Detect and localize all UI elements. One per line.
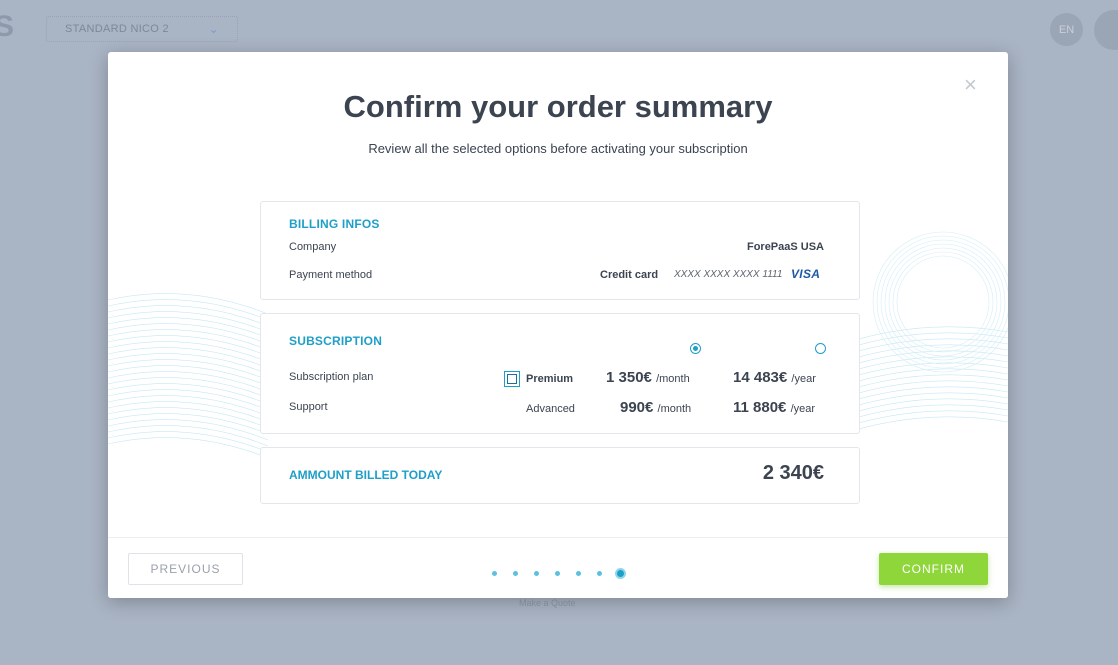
plan-checkbox-icon[interactable]: [504, 371, 520, 387]
company-label: Company: [289, 241, 337, 253]
support-yearly-price: 11 880€ /year: [733, 399, 815, 416]
support-label: Support: [289, 401, 328, 413]
modal-footer: PREVIOUS CONFIRM: [108, 537, 1008, 598]
app-logo: S: [0, 10, 15, 43]
payment-method-label: Payment method: [289, 269, 373, 281]
unit-month: /month: [656, 373, 690, 385]
step-dot[interactable]: [597, 571, 602, 576]
chevron-down-icon: ⌄: [208, 22, 219, 36]
previous-button[interactable]: PREVIOUS: [128, 553, 243, 585]
step-dot-active[interactable]: [615, 568, 626, 579]
step-dot[interactable]: [555, 571, 560, 576]
step-dot[interactable]: [534, 571, 539, 576]
unit-month: /month: [657, 403, 692, 415]
yearly-radio[interactable]: [815, 343, 826, 354]
support-name: Advanced: [526, 403, 575, 415]
project-name: STANDARD NICO 2: [65, 23, 169, 35]
step-dot[interactable]: [492, 571, 497, 576]
subscription-card: SUBSCRIPTION Subscription plan Premium 1…: [260, 313, 860, 434]
subscription-title: SUBSCRIPTION: [289, 334, 383, 348]
support-monthly-price: 990€ /month: [620, 399, 691, 416]
unit-year: /year: [791, 373, 816, 385]
billing-card: BILLING INFOS Company ForePaaS USA Payme…: [260, 201, 860, 300]
billing-title: BILLING INFOS: [289, 217, 380, 231]
background-footer-text: Make a Quote: [519, 598, 576, 608]
modal-title: Confirm your order summary: [343, 89, 773, 124]
unit-year: /year: [790, 403, 816, 415]
total-value: 2 340€: [762, 462, 824, 484]
visa-icon: VISA: [791, 267, 821, 281]
total-card: AMMOUNT BILLED TODAY 2 340€: [260, 447, 860, 504]
plan-yearly-price: 14 483€ /year: [733, 369, 816, 386]
payment-type: Credit card: [600, 269, 659, 281]
order-summary-modal: × Confirm your order summary Review all …: [108, 52, 1008, 598]
plan-monthly-value: 1 350€: [606, 369, 652, 386]
project-selector[interactable]: STANDARD NICO 2 ⌄: [46, 16, 238, 42]
subscription-plan-label: Subscription plan: [289, 371, 374, 383]
card-number: XXXX XXXX XXXX 1111: [674, 269, 783, 280]
support-yearly-value: 11 880€: [733, 399, 787, 416]
total-label: AMMOUNT BILLED TODAY: [289, 468, 443, 482]
support-monthly-value: 990€: [620, 399, 654, 416]
confirm-button[interactable]: CONFIRM: [879, 553, 988, 585]
monthly-radio[interactable]: [690, 343, 701, 354]
language-button[interactable]: EN: [1050, 13, 1083, 46]
modal-subtitle: Review all the selected options before a…: [368, 141, 748, 156]
plan-name: Premium: [526, 373, 574, 385]
step-dot[interactable]: [576, 571, 581, 576]
plan-monthly-price: 1 350€ /month: [606, 369, 690, 386]
step-dot[interactable]: [513, 571, 518, 576]
plan-yearly-value: 14 483€: [733, 369, 788, 386]
company-value: ForePaaS USA: [746, 241, 824, 253]
user-avatar[interactable]: [1094, 10, 1118, 50]
